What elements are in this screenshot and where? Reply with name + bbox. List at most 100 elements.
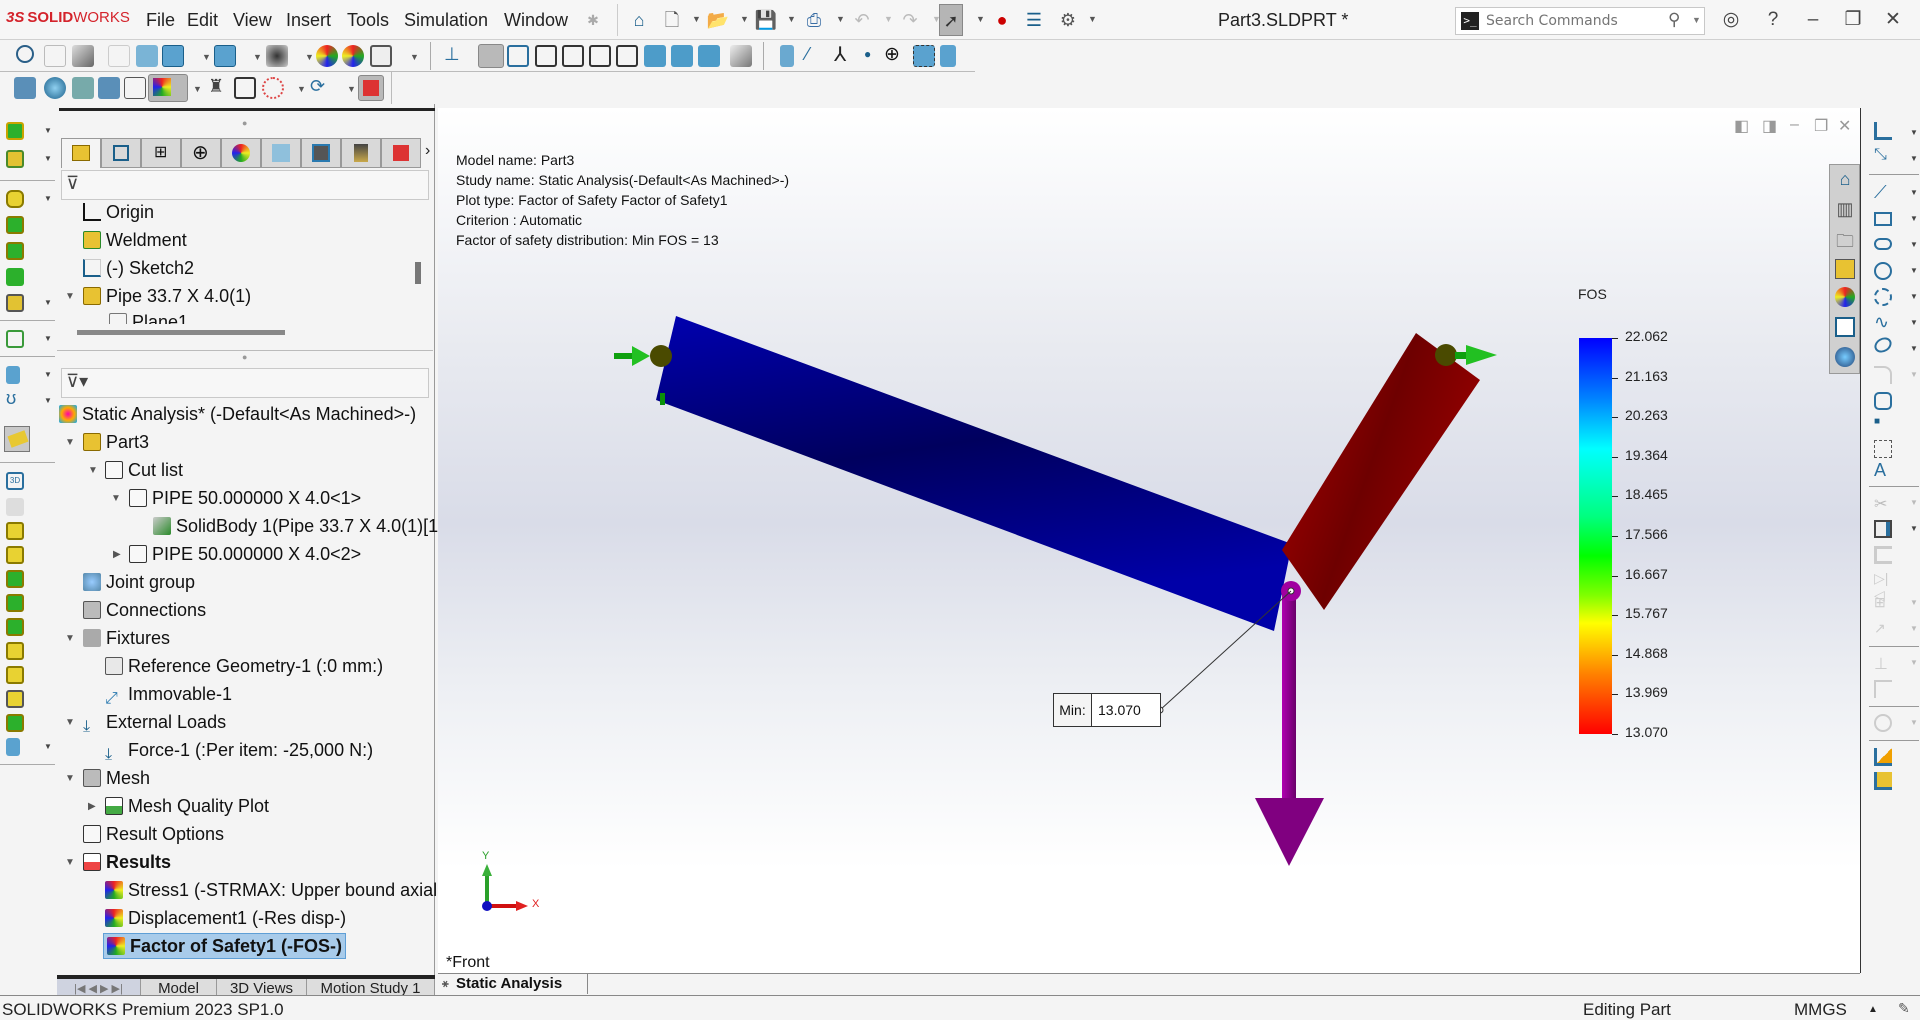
open-dropdown-icon[interactable]: ▼ [740, 14, 749, 24]
pane-divider[interactable] [57, 350, 433, 351]
dropdown-icon[interactable]: ▼ [1910, 214, 1918, 223]
fillet-icon[interactable] [6, 618, 24, 636]
tree-item-external-loads[interactable]: ⤓ External Loads [83, 710, 226, 735]
display-style-dropdown-icon[interactable]: ▼ [253, 52, 262, 62]
select-dropdown-icon[interactable]: ▼ [976, 14, 985, 24]
measure-button[interactable] [4, 426, 30, 452]
tree-item-result-options[interactable]: Result Options [83, 822, 224, 846]
collapse-arrow-icon[interactable]: ▼ [65, 437, 75, 448]
print-icon[interactable]: ⎙ [802, 8, 826, 32]
tree-item-plane1[interactable]: Plane1 [109, 310, 188, 324]
tree-item-sketch2[interactable]: (-) Sketch2 [83, 256, 194, 280]
right-view-icon[interactable] [562, 45, 584, 67]
tab-cam-feature[interactable] [261, 138, 301, 168]
tree-item-connections[interactable]: Connections [83, 598, 206, 622]
text-icon[interactable]: A [1874, 460, 1892, 480]
help-icon[interactable]: ? [1760, 8, 1786, 32]
cut-list-icon[interactable] [6, 294, 24, 312]
trimetric-view-icon[interactable] [671, 45, 693, 67]
chamfer-icon[interactable] [6, 714, 24, 732]
tree-item-study-root[interactable]: Static Analysis* (-Default<As Machined>-… [59, 402, 416, 426]
beam-member-2[interactable] [1282, 333, 1480, 610]
home-icon[interactable]: ⌂ [627, 8, 651, 32]
dropdown-icon[interactable]: ▼ [1910, 344, 1918, 353]
tree-item-pipe-2[interactable]: PIPE 50.000000 X 4.0<2> [129, 542, 361, 566]
boss-icon[interactable] [6, 666, 24, 684]
sketch-icon[interactable] [1874, 122, 1892, 140]
menu-simulation[interactable]: Simulation [404, 10, 488, 31]
bolt-icon[interactable]: ♜ [208, 76, 224, 97]
instant-2d-icon[interactable] [1874, 772, 1892, 790]
solidworks-logo[interactable]: 3S SOLIDWORKS [6, 9, 130, 26]
dropdown-icon[interactable]: ▼ [44, 194, 52, 203]
dropdown-icon[interactable]: ▼ [1910, 128, 1918, 137]
weldment-feature-icon[interactable] [6, 546, 24, 564]
user-account-icon[interactable]: ◎ [1718, 8, 1744, 32]
tab-feature-manager[interactable] [61, 138, 101, 168]
search-icon[interactable]: ⚲ [1668, 10, 1680, 30]
reference-plane-icon[interactable] [6, 366, 20, 384]
structural-member-alt-icon[interactable] [6, 522, 24, 540]
restore-button[interactable]: ❐ [1840, 8, 1866, 32]
tree-item-origin[interactable]: Origin [83, 200, 154, 224]
collapse-arrow-icon[interactable]: ▼ [111, 493, 121, 504]
results-dropdown-icon[interactable]: ▼ [193, 84, 202, 94]
expand-arrow-icon[interactable]: ▶ [88, 801, 96, 812]
undo-dropdown-icon[interactable]: ▼ [884, 14, 893, 24]
curves-icon[interactable]: ʊ [6, 388, 16, 409]
custom-properties-icon[interactable] [1835, 317, 1855, 337]
select-arrow-icon[interactable]: ➚ [939, 4, 963, 36]
pattern-icon[interactable] [6, 330, 24, 348]
hide-show-items-icon[interactable] [266, 45, 288, 67]
panel-splitter[interactable] [59, 108, 435, 111]
3d-sketch-icon[interactable]: 3D [6, 472, 24, 490]
pin-icon[interactable]: ✱ [581, 8, 605, 32]
tree-item-reference-geometry-1[interactable]: Reference Geometry-1 (:0 mm:) [105, 654, 383, 678]
plane-sketch-icon[interactable] [1874, 440, 1892, 458]
tab-simulation[interactable] [381, 138, 421, 168]
mate-reference-icon[interactable] [940, 45, 956, 67]
tree-item-results[interactable]: Results [83, 850, 171, 874]
back-view-icon[interactable] [507, 45, 529, 67]
dimetric-view-icon[interactable] [698, 45, 720, 67]
customize-status-bar-icon[interactable]: ✎ [1898, 1000, 1910, 1017]
view-orientation-icon[interactable] [162, 45, 184, 67]
feature-filter-box[interactable]: ⊽ [61, 170, 429, 200]
dropdown-icon[interactable]: ▼ [1910, 292, 1918, 301]
new-dropdown-icon[interactable]: ▼ [692, 14, 701, 24]
connections-advisor-icon[interactable] [72, 77, 94, 99]
solidworks-forum-icon[interactable] [1835, 347, 1855, 367]
end-cap-alt-icon[interactable] [6, 642, 24, 660]
plane-alt-icon[interactable] [6, 738, 20, 756]
dropdown-icon[interactable]: ▼ [1910, 240, 1918, 249]
design-insight-icon[interactable]: ⟳ [310, 76, 325, 97]
filter-dropdown-icon[interactable]: ⊽▾ [66, 371, 88, 392]
menu-view[interactable]: View [233, 10, 272, 31]
tab-cam-operation[interactable] [301, 138, 341, 168]
rebuild-traffic-light-icon[interactable]: ● [990, 8, 1014, 32]
dropdown-icon[interactable]: ▼ [1910, 154, 1918, 163]
new-document-icon[interactable]: 🗋 [660, 8, 684, 32]
vertical-scrollbar-thumb[interactable] [415, 262, 421, 284]
slot-icon[interactable] [1874, 238, 1892, 250]
sketch-point-icon[interactable]: ■ [1874, 416, 1892, 434]
dynamic-annotation-icon[interactable] [136, 45, 158, 67]
dropdown-icon[interactable]: ▼ [44, 370, 52, 379]
previous-view-icon[interactable] [72, 45, 94, 67]
design-insight-dropdown-icon[interactable]: ▼ [347, 84, 356, 94]
rapid-sketch-icon[interactable] [1874, 748, 1892, 766]
menu-insert[interactable]: Insert [286, 10, 331, 31]
beam-member-1[interactable] [656, 316, 1292, 631]
file-properties-icon[interactable]: ☰ [1022, 8, 1046, 32]
graphics-area[interactable]: ◧ ◨ – ❐ ✕ Model name: Part3 Study name: … [438, 108, 1860, 973]
fixtures-advisor-icon[interactable] [98, 77, 120, 99]
dropdown-icon[interactable]: ▼ [44, 298, 52, 307]
tree-item-mesh-quality-plot[interactable]: Mesh Quality Plot [105, 794, 269, 818]
apply-scene-icon[interactable] [342, 45, 364, 67]
external-loads-advisor-icon[interactable] [124, 77, 146, 99]
gusset-icon[interactable] [6, 216, 24, 234]
section-view-icon[interactable] [108, 45, 130, 67]
tree-item-pipe[interactable]: Pipe 33.7 X 4.0(1) [83, 284, 251, 308]
horizontal-scrollbar-thumb[interactable] [77, 330, 285, 335]
dropdown-icon[interactable]: ▼ [1910, 266, 1918, 275]
